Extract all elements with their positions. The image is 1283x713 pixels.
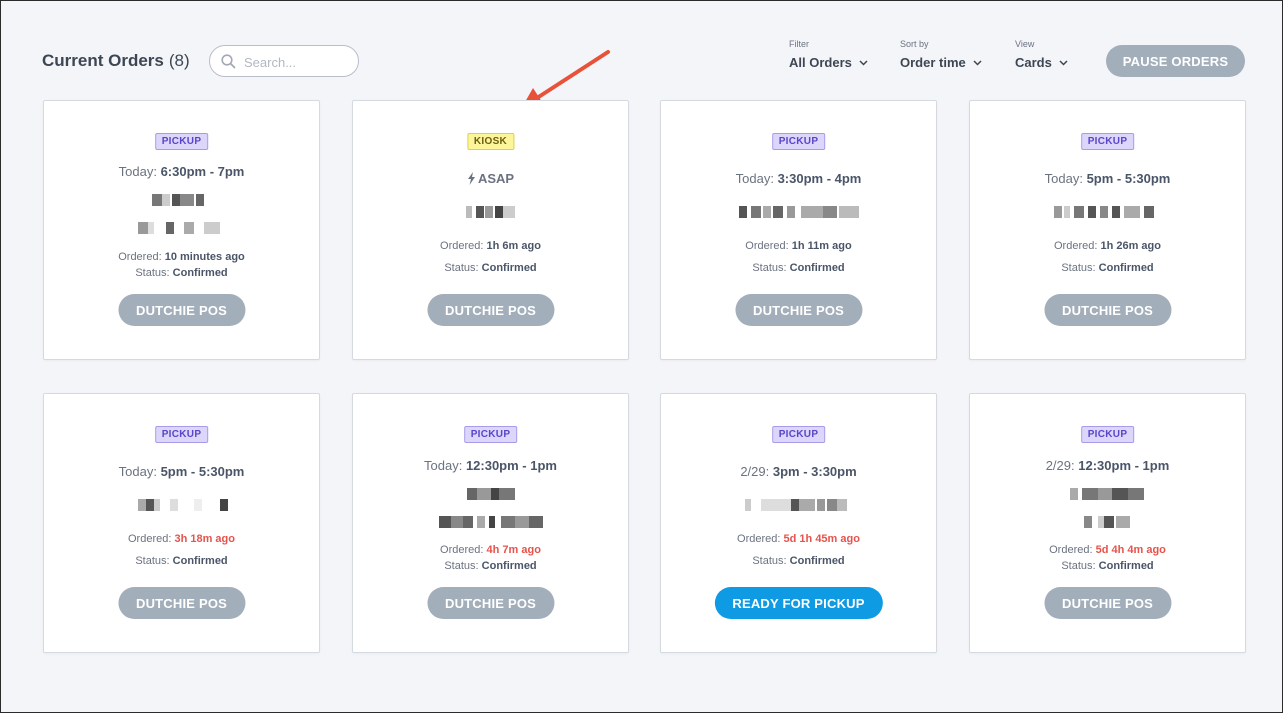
dutchie-pos-button[interactable]: DUTCHIE POS	[426, 587, 555, 619]
pickup-time: Today: 3:30pm - 4pm	[735, 171, 862, 186]
order-status: Status: Confirmed	[752, 262, 845, 274]
pickup-time: 2/29: 3pm - 3:30pm	[740, 464, 857, 479]
ordered-time: Ordered: 1h 26m ago	[1053, 240, 1161, 252]
order-type-badge: PICKUP	[771, 426, 826, 443]
order-status: Status: Confirmed	[1061, 560, 1154, 572]
order-card[interactable]: PICKUP Today: 5pm - 5:30pm Ordered: 1h 2…	[969, 100, 1246, 360]
orders-header: Current Orders(8) Filter All Orders Sort…	[1, 1, 1282, 96]
order-status: Status: Confirmed	[752, 555, 845, 567]
ordered-time: Ordered: 5d 4h 4m ago	[1049, 544, 1166, 556]
redacted-customer-name	[661, 206, 936, 218]
order-card[interactable]: PICKUP Today: 3:30pm - 4pm Ordered: 1h 1…	[660, 100, 937, 360]
redacted-order-details	[44, 222, 319, 234]
view-control[interactable]: View Cards	[1015, 39, 1068, 72]
sort-control[interactable]: Sort by Order time	[900, 39, 982, 72]
ordered-time: Ordered: 4h 7m ago	[440, 544, 541, 556]
ready-for-pickup-button[interactable]: READY FOR PICKUP	[714, 587, 883, 619]
order-card[interactable]: PICKUP Today: 6:30pm - 7pm Ordered: 10 m…	[43, 100, 320, 360]
redacted-customer-name	[44, 499, 319, 511]
dutchie-pos-button[interactable]: DUTCHIE POS	[1043, 294, 1172, 326]
ordered-time: Ordered: 1h 6m ago	[440, 240, 541, 252]
pickup-time: 2/29: 12:30pm - 1pm	[1045, 458, 1170, 473]
redacted-customer-name	[661, 499, 936, 511]
filter-label: Filter	[789, 39, 809, 49]
order-type-badge: PICKUP	[1080, 426, 1135, 443]
pickup-time: Today: 6:30pm - 7pm	[118, 164, 245, 179]
dutchie-pos-button[interactable]: DUTCHIE POS	[1043, 587, 1172, 619]
search-icon	[221, 54, 236, 69]
order-status: Status: Confirmed	[444, 262, 537, 274]
redacted-customer-name	[970, 488, 1245, 500]
chevron-down-icon[interactable]	[973, 60, 982, 66]
order-type-badge: PICKUP	[154, 133, 209, 150]
dutchie-pos-button[interactable]: DUTCHIE POS	[117, 294, 246, 326]
pickup-time: Today: 5pm - 5:30pm	[1044, 171, 1171, 186]
dutchie-pos-button[interactable]: DUTCHIE POS	[426, 294, 555, 326]
order-status: Status: Confirmed	[444, 560, 537, 572]
order-type-badge: PICKUP	[463, 426, 518, 443]
redacted-order-details	[353, 516, 628, 528]
filter-control[interactable]: Filter All Orders	[789, 39, 868, 72]
search-box[interactable]	[209, 45, 359, 77]
order-type-badge: PICKUP	[1080, 133, 1135, 150]
view-value[interactable]: Cards	[1015, 55, 1052, 70]
order-count: (8)	[168, 51, 190, 70]
chevron-down-icon[interactable]	[1059, 60, 1068, 66]
redacted-customer-name	[353, 488, 628, 500]
ordered-time: Ordered: 3h 18m ago	[127, 533, 235, 545]
order-card[interactable]: PICKUP 2/29: 3pm - 3:30pm Ordered: 5d 1h…	[660, 393, 937, 653]
pickup-time: Today: 5pm - 5:30pm	[118, 464, 245, 479]
search-input[interactable]	[244, 52, 349, 72]
ordered-time: Ordered: 10 minutes ago	[118, 251, 245, 263]
ordered-time: Ordered: 5d 1h 45m ago	[737, 533, 860, 545]
chevron-down-icon[interactable]	[859, 60, 868, 66]
order-status: Status: Confirmed	[1061, 262, 1154, 274]
view-label: View	[1015, 39, 1035, 49]
order-type-badge: PICKUP	[154, 426, 209, 443]
sort-label: Sort by	[900, 39, 929, 49]
redacted-customer-name	[970, 206, 1245, 218]
order-card[interactable]: PICKUP Today: 12:30pm - 1pm Ordered: 4h …	[352, 393, 629, 653]
dutchie-pos-button[interactable]: DUTCHIE POS	[117, 587, 246, 619]
order-type-badge: KIOSK	[466, 133, 515, 150]
order-type-badge: PICKUP	[771, 133, 826, 150]
lightning-icon	[467, 172, 475, 185]
pause-orders-button[interactable]: PAUSE ORDERS	[1106, 45, 1245, 77]
dutchie-pos-button[interactable]: DUTCHIE POS	[734, 294, 863, 326]
sort-value[interactable]: Order time	[900, 55, 966, 70]
order-card[interactable]: PICKUP 2/29: 12:30pm - 1pm Ordered: 5d 4…	[969, 393, 1246, 653]
pickup-time: Today: 12:30pm - 1pm	[424, 458, 557, 473]
order-status: Status: Confirmed	[135, 267, 228, 279]
redacted-order-details	[970, 516, 1245, 528]
redacted-customer-name	[44, 194, 319, 206]
order-card[interactable]: KIOSK ASAP Ordered: 1h 6m ago Status: Co…	[352, 100, 629, 360]
redacted-customer-name	[353, 206, 628, 218]
order-card[interactable]: PICKUP Today: 5pm - 5:30pm Ordered: 3h 1…	[43, 393, 320, 653]
filter-value[interactable]: All Orders	[789, 55, 852, 70]
page-title: Current Orders (8)	[42, 51, 190, 70]
ordered-time: Ordered: 1h 11m ago	[745, 240, 852, 252]
pickup-time: ASAP	[353, 171, 628, 186]
order-status: Status: Confirmed	[135, 555, 228, 567]
